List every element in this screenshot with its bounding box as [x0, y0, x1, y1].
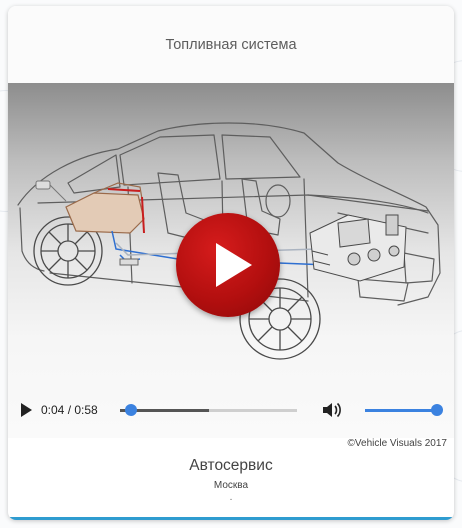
- volume-thumb[interactable]: [431, 404, 443, 416]
- video-area[interactable]: [8, 83, 454, 438]
- volume-level: [365, 409, 437, 412]
- play-icon: [216, 243, 252, 287]
- volume-slider[interactable]: [365, 404, 443, 416]
- card-title: Топливная система: [8, 6, 454, 83]
- video-card: Топливная система 0:04 / 0:58 ©Vehicle V…: [8, 6, 454, 520]
- time-display: 0:04 / 0:58: [41, 403, 98, 417]
- fuel-tank: [65, 182, 145, 234]
- seek-bar[interactable]: [120, 404, 297, 416]
- speaker-icon[interactable]: [322, 401, 342, 419]
- player-controls: 0:04 / 0:58: [8, 394, 454, 426]
- organization-name: Автосервис: [189, 457, 273, 474]
- bottom-accent-bar: [8, 517, 454, 520]
- organization-extra: .: [229, 492, 233, 503]
- copyright-text: ©Vehicle Visuals 2017: [347, 438, 447, 449]
- organization-city: Москва: [213, 480, 249, 491]
- play-icon[interactable]: [21, 403, 32, 417]
- seek-bar-thumb[interactable]: [124, 404, 137, 416]
- video-play-overlay-button[interactable]: [176, 213, 280, 317]
- engine: [309, 214, 407, 282]
- page: Топливная система 0:04 / 0:58 ©Vehicle V…: [0, 0, 462, 528]
